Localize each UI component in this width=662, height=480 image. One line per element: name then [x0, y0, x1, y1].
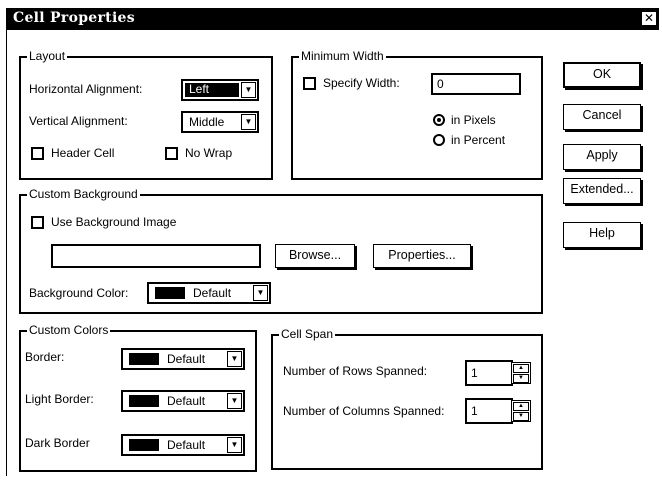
vertical-alignment-value: Middle: [189, 115, 225, 129]
horizontal-alignment-select[interactable]: Left ▼: [181, 79, 259, 101]
dark-border-color-value: Default: [167, 438, 206, 452]
in-percent-label[interactable]: in Percent: [451, 133, 505, 147]
vertical-alignment-label: Vertical Alignment:: [29, 114, 128, 128]
border-color-value: Default: [167, 352, 206, 366]
specify-width-label[interactable]: Specify Width:: [323, 76, 400, 90]
dark-border-label: Dark Border: [25, 436, 90, 450]
properties-button-label: Properties...: [388, 248, 456, 262]
title-bar: Cell Properties ✕: [7, 8, 659, 30]
background-color-label: Background Color:: [29, 286, 129, 300]
browse-button[interactable]: Browse...: [275, 244, 355, 268]
chevron-down-icon[interactable]: ▼: [253, 285, 268, 301]
spin-up-icon[interactable]: ▲: [513, 364, 529, 373]
use-background-image-checkbox[interactable]: [31, 216, 44, 229]
header-cell-checkbox[interactable]: [31, 147, 44, 160]
custom-colors-group: Custom Colors Border: Default ▼ Light Bo…: [19, 323, 257, 472]
columns-spinner[interactable]: ▲ ▼: [511, 400, 531, 422]
dark-border-color-swatch: [129, 439, 159, 451]
use-background-image-label[interactable]: Use Background Image: [51, 215, 176, 229]
light-border-color-value: Default: [167, 394, 206, 408]
border-color-swatch: [129, 353, 159, 365]
background-color-swatch: [155, 287, 185, 299]
ok-button[interactable]: OK: [563, 62, 641, 88]
ok-button-label: OK: [592, 67, 612, 81]
no-wrap-label[interactable]: No Wrap: [185, 146, 232, 160]
cancel-button[interactable]: Cancel: [563, 104, 641, 130]
properties-button[interactable]: Properties...: [373, 244, 471, 268]
chevron-down-icon[interactable]: ▼: [227, 393, 242, 409]
in-percent-radio[interactable]: [433, 134, 445, 146]
columns-spanned-input[interactable]: 1: [465, 398, 513, 424]
cell-span-group: Cell Span Number of Rows Spanned: 1 ▲ ▼ …: [271, 327, 543, 470]
chevron-down-icon[interactable]: ▼: [227, 351, 242, 367]
spin-down-icon[interactable]: ▼: [513, 374, 529, 383]
help-button[interactable]: Help: [563, 222, 641, 248]
horizontal-alignment-value: Left: [189, 82, 210, 96]
apply-button[interactable]: Apply: [563, 144, 641, 170]
help-button-label: Help: [589, 226, 615, 240]
cell-span-legend: Cell Span: [279, 327, 336, 341]
cancel-button-label: Cancel: [582, 108, 622, 122]
header-cell-label[interactable]: Header Cell: [51, 146, 114, 160]
extended-button-label: Extended...: [570, 182, 634, 196]
rows-spinner[interactable]: ▲ ▼: [511, 362, 531, 384]
chevron-down-icon[interactable]: ▼: [241, 114, 256, 130]
browse-button-label: Browse...: [288, 248, 342, 262]
close-icon[interactable]: ✕: [641, 11, 657, 26]
layout-legend: Layout: [27, 49, 68, 63]
rows-spanned-input[interactable]: 1: [465, 360, 513, 386]
light-border-label: Light Border:: [25, 392, 94, 406]
cell-properties-dialog: Cell Properties ✕ Layout Horizontal Alig…: [6, 8, 659, 476]
rows-spanned-label: Number of Rows Spanned:: [283, 364, 428, 378]
custom-background-group: Custom Background Use Background Image B…: [19, 187, 543, 314]
custom-colors-legend: Custom Colors: [27, 323, 111, 337]
in-pixels-radio[interactable]: [433, 114, 445, 126]
custom-background-legend: Custom Background: [27, 187, 140, 201]
no-wrap-checkbox[interactable]: [165, 147, 178, 160]
horizontal-alignment-label: Horizontal Alignment:: [29, 82, 143, 96]
columns-spanned-label: Number of Columns Spanned:: [283, 404, 445, 418]
border-color-select[interactable]: Default ▼: [121, 348, 245, 370]
spin-down-icon[interactable]: ▼: [513, 412, 529, 421]
border-label: Border:: [25, 350, 65, 364]
background-image-path-input[interactable]: [51, 244, 261, 268]
spin-up-icon[interactable]: ▲: [513, 402, 529, 411]
dialog-title: Cell Properties: [13, 10, 135, 26]
light-border-color-swatch: [129, 395, 159, 407]
in-pixels-label[interactable]: in Pixels: [451, 113, 496, 127]
minimum-width-legend: Minimum Width: [299, 49, 386, 63]
background-color-select[interactable]: Default ▼: [147, 282, 271, 304]
minimum-width-group: Minimum Width Specify Width: 0 in Pixels…: [291, 49, 543, 180]
background-color-value: Default: [193, 286, 232, 300]
chevron-down-icon[interactable]: ▼: [241, 82, 256, 98]
vertical-alignment-select[interactable]: Middle ▼: [181, 111, 259, 133]
apply-button-label: Apply: [586, 148, 618, 162]
specify-width-checkbox[interactable]: [303, 77, 316, 90]
extended-button[interactable]: Extended...: [563, 178, 641, 204]
width-input[interactable]: 0: [431, 73, 521, 95]
layout-group: Layout Horizontal Alignment: Left ▼ Vert…: [19, 49, 273, 180]
dark-border-color-select[interactable]: Default ▼: [121, 434, 245, 456]
light-border-color-select[interactable]: Default ▼: [121, 390, 245, 412]
chevron-down-icon[interactable]: ▼: [227, 437, 242, 453]
